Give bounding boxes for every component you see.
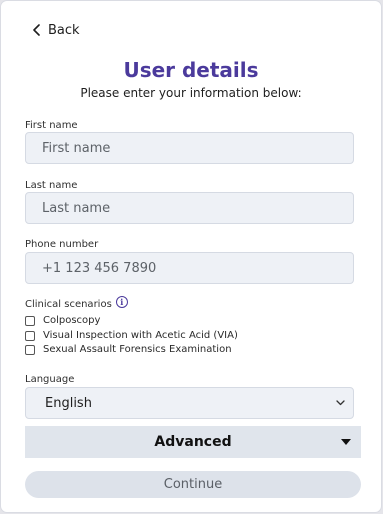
language-label: Language <box>25 374 75 385</box>
safe-checkbox[interactable] <box>25 344 35 355</box>
continue-button[interactable]: Continue <box>25 471 361 498</box>
first-name-input[interactable] <box>25 132 354 164</box>
caret-down-icon <box>341 439 351 445</box>
page-title: User details <box>123 58 259 82</box>
scenario-colposcopy[interactable]: Colposcopy <box>25 315 100 326</box>
scenario-safe[interactable]: Sexual Assault Forensics Examination <box>25 344 232 355</box>
last-name-label: Last name <box>25 180 78 191</box>
clinical-scenarios-heading: Clinical scenarios i <box>25 296 128 310</box>
first-name-label: First name <box>25 120 78 131</box>
phone-number-label: Phone number <box>25 239 99 250</box>
advanced-toggle[interactable]: Advanced <box>25 426 361 458</box>
last-name-input[interactable] <box>25 192 354 224</box>
clinical-scenarios-label: Clinical scenarios <box>25 299 112 310</box>
user-details-card: Back User details Please enter your info… <box>0 0 382 513</box>
chevron-left-icon <box>33 24 40 36</box>
colposcopy-label: Colposcopy <box>43 315 101 326</box>
back-label: Back <box>48 22 80 38</box>
via-checkbox[interactable] <box>25 330 35 341</box>
phone-number-input[interactable] <box>25 252 354 284</box>
back-button[interactable]: Back <box>32 21 80 39</box>
colposcopy-checkbox[interactable] <box>25 315 35 326</box>
safe-label: Sexual Assault Forensics Examination <box>43 344 232 355</box>
via-label: Visual Inspection with Acetic Acid (VIA) <box>43 330 238 341</box>
chevron-down-icon <box>336 400 345 406</box>
language-select[interactable]: English <box>25 387 354 419</box>
scenario-via[interactable]: Visual Inspection with Acetic Acid (VIA) <box>25 330 238 341</box>
language-selected-value: English <box>45 395 92 411</box>
advanced-label: Advanced <box>154 434 232 450</box>
info-icon[interactable]: i <box>115 296 128 308</box>
page-subtitle: Please enter your information below: <box>80 86 302 100</box>
